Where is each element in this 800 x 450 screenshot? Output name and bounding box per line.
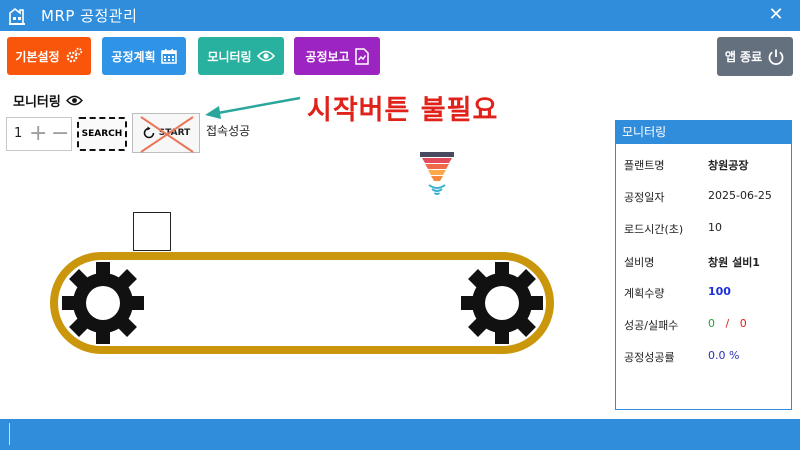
basic-settings-button[interactable]: 기본설정 — [7, 37, 91, 75]
connection-status: 접속성공 — [206, 124, 251, 138]
stepper-value[interactable]: 1 — [14, 126, 22, 141]
exit-app-button[interactable]: 앱 종료 — [717, 37, 793, 76]
arrow-annotation — [205, 96, 301, 119]
power-icon — [768, 49, 784, 65]
conveyor-belt — [50, 252, 554, 354]
close-icon: ✕ — [768, 4, 784, 25]
section-title-text: 모니터링 — [13, 95, 61, 110]
calendar-icon — [160, 49, 177, 64]
success-fail-label: 성공/실패수 — [624, 319, 679, 332]
process-plan-label: 공정계획 — [111, 49, 156, 64]
monitoring-panel: 모니터링 플랜트명 창원공장 공정일자 2025-06-25 로드시간(초) 1… — [615, 120, 792, 410]
section-title: 모니터링 — [13, 91, 83, 110]
window-title: MRP 공정관리 — [41, 7, 138, 25]
load-time-label: 로드시간(초) — [624, 223, 684, 236]
search-button-label: SEARCH — [81, 129, 123, 139]
close-button[interactable]: ✕ — [764, 3, 788, 27]
process-report-label: 공정보고 — [305, 49, 350, 64]
planned-quantity-value: 100 — [708, 285, 731, 298]
plant-name-label: 플랜트명 — [624, 159, 665, 172]
monitoring-label: 모니터링 — [207, 49, 252, 64]
gears-icon — [66, 47, 82, 63]
exit-app-label: 앱 종료 — [724, 50, 763, 64]
title-bar: MRP 공정관리 ✕ — [0, 0, 800, 31]
report-file-icon — [354, 47, 369, 65]
start-button[interactable]: START — [132, 113, 200, 153]
success-rate-value: 0.0 % — [708, 349, 740, 362]
gear-icon — [62, 262, 144, 344]
equipment-name-label: 설비명 — [624, 256, 655, 269]
fail-separator: / — [725, 317, 730, 330]
eye-icon — [256, 50, 275, 62]
success-fail-value: 0 / 0 — [708, 317, 747, 330]
status-bar — [0, 419, 800, 450]
annotation-text: 시작버튼 불필요 — [307, 95, 499, 126]
process-date-label: 공정일자 — [624, 191, 665, 204]
equipment-name-value: 창원 설비1 — [708, 256, 760, 269]
plant-name-value: 창원공장 — [708, 159, 749, 172]
monitoring-button[interactable]: 모니터링 — [198, 37, 284, 75]
success-rate-label: 공정성공률 — [624, 351, 675, 364]
process-plan-button[interactable]: 공정계획 — [102, 37, 186, 75]
gear-icon — [461, 262, 543, 344]
factory-icon — [9, 7, 25, 25]
plus-icon[interactable]: + — [29, 118, 47, 150]
status-bar-divider — [9, 423, 10, 445]
quantity-stepper[interactable]: 1 + − — [6, 117, 72, 151]
basic-settings-label: 기본설정 — [15, 49, 60, 64]
minus-icon[interactable]: − — [51, 118, 69, 150]
planned-quantity-label: 계획수량 — [624, 287, 665, 300]
success-count: 0 — [708, 317, 715, 330]
process-date-value: 2025-06-25 — [708, 189, 772, 202]
panel-title: 모니터링 — [616, 121, 791, 144]
fail-count: 0 — [739, 317, 747, 330]
load-time-value: 10 — [708, 221, 722, 234]
process-report-button[interactable]: 공정보고 — [294, 37, 380, 75]
funnel-sensor-icon — [420, 152, 454, 195]
search-button[interactable]: SEARCH — [77, 117, 127, 151]
eye-icon — [65, 95, 83, 106]
product-box — [133, 212, 171, 251]
cross-out-mark — [140, 116, 194, 153]
